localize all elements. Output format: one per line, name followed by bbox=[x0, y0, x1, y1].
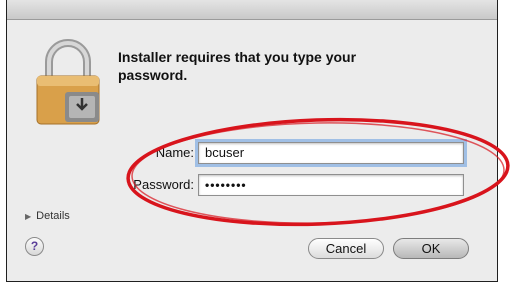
name-label: Name: bbox=[155, 145, 194, 160]
title-bar[interactable] bbox=[7, 0, 497, 20]
disclosure-triangle-icon: ▶ bbox=[25, 212, 32, 221]
authentication-dialog: Installer requires that you type your pa… bbox=[6, 0, 498, 282]
prompt-message: Installer requires that you type your pa… bbox=[118, 49, 357, 83]
details-label: Details bbox=[36, 210, 70, 222]
help-button[interactable]: ? bbox=[25, 237, 44, 256]
lock-icon bbox=[36, 39, 100, 125]
password-field[interactable]: •••••••• bbox=[198, 174, 464, 196]
cancel-button[interactable]: Cancel bbox=[308, 238, 384, 259]
password-label: Password: bbox=[133, 177, 194, 192]
ok-button[interactable]: OK bbox=[393, 238, 469, 259]
details-disclosure[interactable]: ▶ Details bbox=[25, 210, 70, 222]
name-field[interactable]: bcuser bbox=[198, 142, 464, 164]
